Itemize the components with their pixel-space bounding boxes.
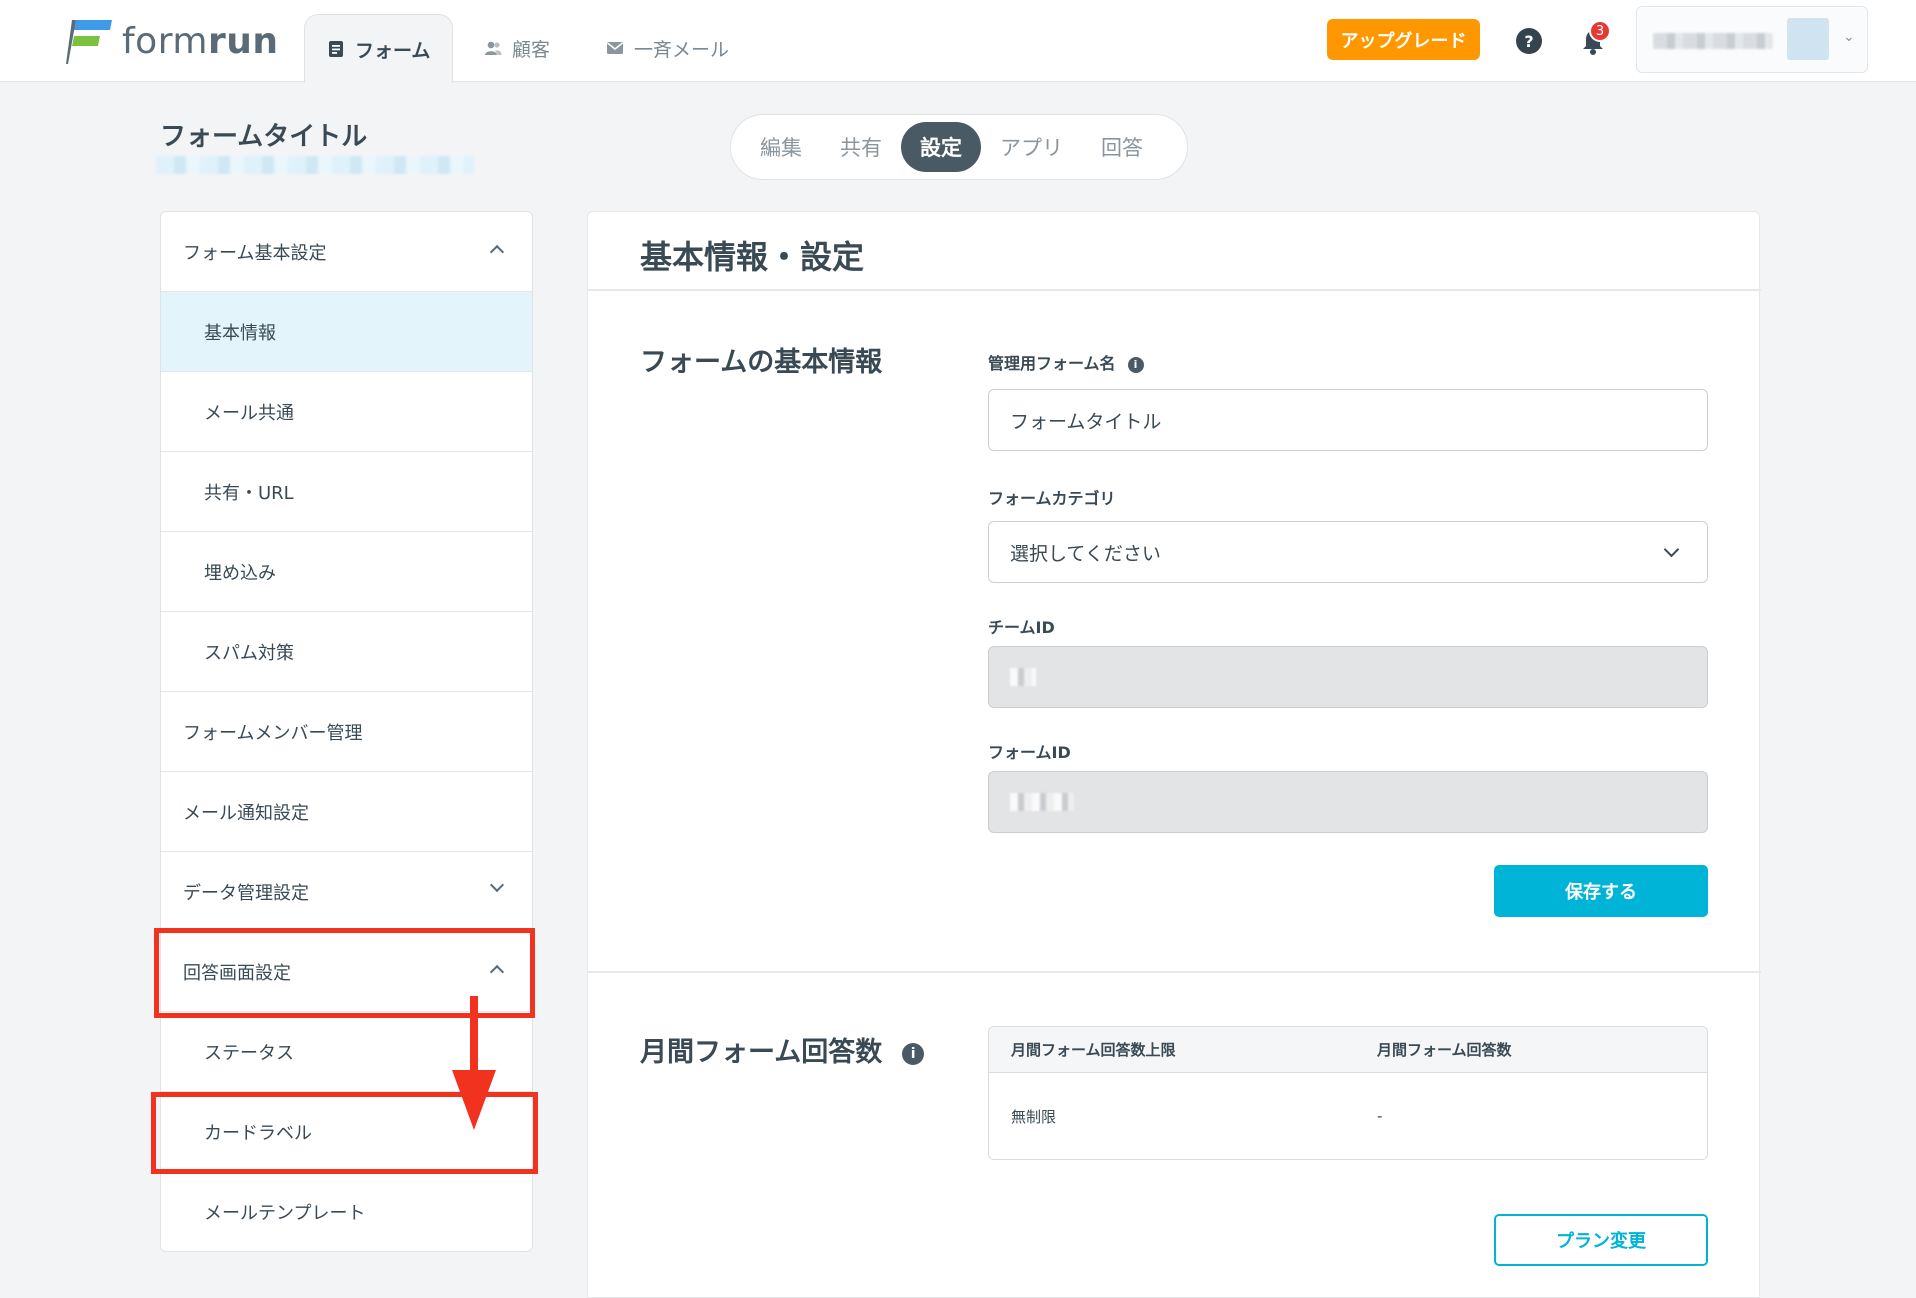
usage-table: 月間フォーム回答数上限 月間フォーム回答数 無制限 - — [988, 1026, 1708, 1160]
sidebar-item-mail-common[interactable]: メール共通 — [161, 372, 532, 452]
divider — [588, 971, 1761, 973]
upgrade-button[interactable]: アップグレード — [1327, 19, 1480, 60]
sidebar-item-data-management[interactable]: データ管理設定 — [161, 852, 532, 932]
sidebar-item-label: ステータス — [204, 1042, 294, 1064]
top-header: formrun フォーム 顧客 一斉メール アップグレード ? 3 ⌄ — [0, 0, 1916, 83]
sidebar-item-label: 共有・URL — [204, 482, 294, 504]
form-name-input[interactable]: フォームタイトル — [988, 389, 1708, 451]
nav-tab-bulk-mail[interactable]: 一斉メール — [584, 14, 751, 82]
nav-tab-bulk-mail-label: 一斉メール — [634, 38, 730, 61]
users-icon — [485, 41, 502, 55]
nav-tab-customers-label: 顧客 — [512, 38, 551, 61]
form-id-label: フォームID — [988, 743, 1071, 762]
table-header: 月間フォーム回答数上限 月間フォーム回答数 — [989, 1027, 1707, 1073]
table-header-cell: 月間フォーム回答数上限 — [1011, 1041, 1176, 1059]
sidebar-item-label: フォーム基本設定 — [183, 242, 327, 264]
table-cell: 無制限 — [1011, 1107, 1057, 1126]
chevron-down-icon — [489, 877, 505, 893]
tab-share[interactable]: 共有 — [821, 122, 901, 172]
sidebar-item-label: データ管理設定 — [183, 882, 309, 904]
form-name-value: フォームタイトル — [1010, 410, 1162, 433]
category-value: 選択してください — [1010, 542, 1161, 565]
sidebar-item-form-basic-settings[interactable]: フォーム基本設定 — [161, 212, 532, 292]
sidebar-item-label: フォームメンバー管理 — [183, 722, 363, 744]
document-icon — [329, 41, 343, 57]
tab-settings[interactable]: 設定 — [901, 122, 981, 172]
sidebar-item-label: メール共通 — [204, 402, 294, 424]
tab-edit[interactable]: 編集 — [741, 122, 821, 172]
settings-panel: 基本情報・設定 フォームの基本情報 管理用フォーム名 i フォームタイトル フォー… — [587, 211, 1761, 1298]
notification-badge: 3 — [1589, 20, 1611, 42]
category-select[interactable]: 選択してください — [988, 521, 1708, 583]
plan-change-button[interactable]: プラン変更 — [1494, 1214, 1708, 1266]
chevron-down-icon — [1663, 541, 1680, 558]
tab-apps[interactable]: アプリ — [981, 122, 1082, 172]
form-tabs: 編集 共有 設定 アプリ 回答 — [730, 114, 1188, 180]
table-row: 無制限 - — [989, 1073, 1707, 1159]
form-name-label: 管理用フォーム名 i — [988, 350, 1144, 374]
table-header-cell: 月間フォーム回答数 — [1377, 1041, 1512, 1059]
formrun-logo-icon — [66, 20, 112, 64]
formrun-logo[interactable]: formrun — [66, 18, 278, 64]
nav-tab-form-label: フォーム — [355, 39, 431, 62]
sidebar-item-form-members[interactable]: フォームメンバー管理 — [161, 692, 532, 772]
nav-tab-form[interactable]: フォーム — [304, 14, 454, 83]
usage-section-title: 月間フォーム回答数 i — [640, 1030, 925, 1069]
account-name-redacted — [1653, 33, 1773, 49]
sidebar-item-label: 基本情報 — [204, 322, 276, 344]
form-title: フォームタイトル — [160, 122, 368, 152]
annotation-arrow-icon — [452, 996, 496, 1130]
nav-tab-customers[interactable]: 顧客 — [462, 14, 572, 82]
team-id-redacted — [1010, 668, 1036, 686]
mail-icon — [607, 42, 623, 54]
help-icon[interactable]: ? — [1516, 28, 1542, 54]
form-id-field — [988, 771, 1708, 833]
logo-text: formrun — [122, 20, 279, 62]
info-icon[interactable]: i — [902, 1042, 925, 1065]
sidebar-item-mail-template[interactable]: メールテンプレート — [161, 1172, 532, 1251]
sidebar-item-share-url[interactable]: 共有・URL — [161, 452, 532, 532]
sidebar-item-label: メール通知設定 — [183, 802, 309, 824]
sidebar-item-mail-notification[interactable]: メール通知設定 — [161, 772, 532, 852]
info-icon[interactable]: i — [1127, 356, 1144, 373]
avatar — [1787, 18, 1829, 60]
form-id-redacted — [1010, 793, 1074, 811]
team-id-field — [988, 646, 1708, 708]
category-label: フォームカテゴリ — [988, 489, 1116, 508]
save-button[interactable]: 保存する — [1494, 865, 1708, 917]
sidebar-item-spam-protection[interactable]: スパム対策 — [161, 612, 532, 692]
basic-info-section-title: フォームの基本情報 — [640, 347, 883, 378]
divider — [588, 289, 1761, 291]
sidebar-item-label: 埋め込み — [204, 562, 276, 584]
account-menu[interactable]: ⌄ — [1636, 6, 1868, 73]
tab-responses[interactable]: 回答 — [1082, 122, 1162, 172]
table-cell: - — [1377, 1107, 1383, 1125]
chevron-up-icon — [489, 244, 505, 260]
team-id-label: チームID — [988, 618, 1055, 637]
sidebar-item-embed[interactable]: 埋め込み — [161, 532, 532, 612]
sidebar-item-label: スパム対策 — [204, 642, 294, 664]
chevron-down-icon: ⌄ — [1843, 29, 1855, 45]
form-subtitle-redacted — [156, 156, 474, 174]
sidebar-item-basic-info[interactable]: 基本情報 — [161, 292, 532, 372]
panel-title: 基本情報・設定 — [640, 238, 865, 276]
sidebar-item-label: メールテンプレート — [204, 1203, 366, 1224]
